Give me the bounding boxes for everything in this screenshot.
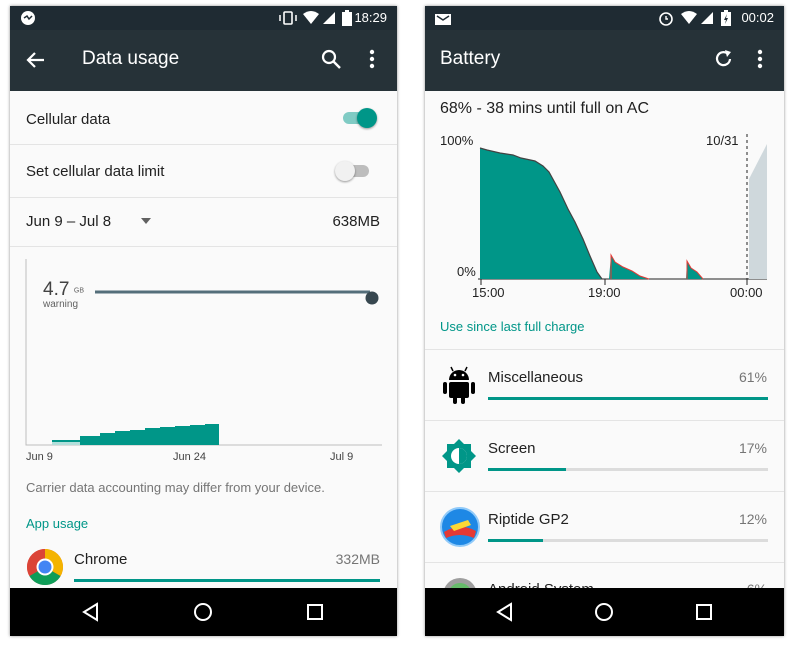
- cycle-row: Jun 9 – Jul 8 638MB: [10, 198, 397, 246]
- status-time: 18:29: [354, 10, 387, 25]
- item-percent: 61%: [738, 369, 767, 385]
- cell-signal-icon: [323, 12, 335, 24]
- nav-home-icon[interactable]: [594, 602, 614, 622]
- status-time: 00:02: [741, 10, 774, 25]
- battery-level-area: [480, 148, 602, 279]
- nav-recents-icon[interactable]: [695, 603, 713, 621]
- item-usage-bar: [488, 539, 768, 542]
- overflow-menu-icon[interactable]: [757, 49, 763, 71]
- warning-unit: GB: [73, 287, 84, 295]
- battery-item-screen[interactable]: Screen 17%: [425, 421, 784, 491]
- carrier-note: Carrier data accounting may differ from …: [26, 480, 325, 495]
- cellular-data-toggle[interactable]: [343, 108, 377, 128]
- app-bar: Data usage: [10, 30, 397, 91]
- chat-notification-icon: [21, 11, 35, 25]
- battery-level-area-2: [609, 255, 649, 279]
- chart-y-bottom-label: 0%: [457, 264, 476, 279]
- chrome-icon: [26, 549, 64, 586]
- wifi-icon: [681, 11, 697, 24]
- vibrate-icon: [279, 11, 297, 25]
- android-icon: [443, 366, 475, 404]
- item-name: Riptide GP2: [488, 511, 569, 528]
- nav-home-icon[interactable]: [193, 602, 213, 622]
- cellular-data-label: Cellular data: [26, 111, 111, 128]
- app-usage-bar: [74, 579, 380, 582]
- chart-y-top-label: 100%: [440, 133, 474, 148]
- data-limit-label: Set cellular data limit: [26, 163, 165, 180]
- page-title: Data usage: [82, 48, 180, 69]
- battery-item-miscellaneous[interactable]: Miscellaneous 61%: [425, 350, 784, 420]
- app-name: Chrome: [74, 551, 128, 568]
- nav-back-icon[interactable]: [81, 602, 99, 622]
- axis-label-end: Jul 9: [330, 451, 354, 463]
- page-title: Battery: [440, 48, 501, 69]
- back-arrow-icon[interactable]: [26, 50, 46, 70]
- status-bar: 00:02: [425, 6, 784, 30]
- nav-recents-icon[interactable]: [306, 603, 324, 621]
- since-full-charge-label: Use since last full charge: [440, 319, 585, 334]
- riptide-app-icon: [440, 507, 480, 547]
- cell-signal-icon: [701, 12, 713, 24]
- battery-screen: 00:02 Battery 68% - 38 mins until full o…: [425, 6, 784, 636]
- chart-x-label-1: 19:00: [588, 285, 621, 300]
- navigation-bar: [10, 588, 397, 636]
- warning-marker: 4.7 GB warning: [43, 279, 84, 310]
- nav-back-icon[interactable]: [495, 602, 513, 622]
- battery-charging-icon: [721, 10, 731, 26]
- overflow-menu-icon[interactable]: [369, 49, 375, 71]
- status-bar: 18:29: [10, 6, 397, 30]
- item-name: Miscellaneous: [488, 369, 584, 386]
- battery-item-riptide[interactable]: Riptide GP2 12%: [425, 492, 784, 562]
- item-percent: 17%: [738, 440, 767, 456]
- warning-label: warning: [43, 299, 79, 310]
- warning-handle[interactable]: [365, 291, 379, 305]
- data-limit-toggle[interactable]: [335, 161, 369, 181]
- total-usage: 638MB: [332, 213, 380, 230]
- brightness-icon: [442, 439, 476, 473]
- date-range-dropdown[interactable]: Jun 9 – Jul 8: [26, 213, 111, 230]
- app-bar: Battery: [425, 30, 784, 91]
- chart-x-label-2: 00:00: [730, 285, 763, 300]
- app-usage-header: App usage: [26, 516, 89, 531]
- battery-icon: [342, 10, 352, 26]
- app-usage-value: 332MB: [335, 551, 380, 567]
- projected-charge-area: [749, 144, 767, 279]
- usage-area: [52, 424, 219, 445]
- dropdown-arrow-icon[interactable]: [141, 218, 151, 224]
- axis-label-mid: Jun 24: [173, 451, 207, 463]
- item-usage-bar: [488, 468, 768, 471]
- cellular-data-row[interactable]: Cellular data: [10, 91, 397, 144]
- battery-chart[interactable]: [425, 124, 784, 304]
- refresh-icon[interactable]: [714, 49, 734, 69]
- app-row-chrome[interactable]: Chrome 332MB: [10, 541, 397, 591]
- chart-date-marker: 10/31: [706, 133, 739, 148]
- mail-check-icon: [435, 14, 451, 25]
- chart-x-label-0: 15:00: [472, 285, 505, 300]
- item-usage-bar: [488, 397, 768, 400]
- alarm-icon: [659, 12, 673, 26]
- axis-label-start: Jun 9: [26, 451, 53, 463]
- data-usage-screen: 18:29 Data usage Cellular data Set cellu…: [10, 6, 397, 636]
- navigation-bar: [425, 588, 784, 636]
- item-name: Screen: [488, 440, 536, 457]
- item-percent: 12%: [738, 511, 767, 527]
- warning-value: 4.7: [43, 279, 70, 300]
- wifi-icon: [303, 11, 319, 24]
- battery-summary: 68% - 38 mins until full on AC: [440, 100, 649, 117]
- search-icon[interactable]: [321, 49, 343, 71]
- data-limit-row[interactable]: Set cellular data limit: [10, 145, 397, 197]
